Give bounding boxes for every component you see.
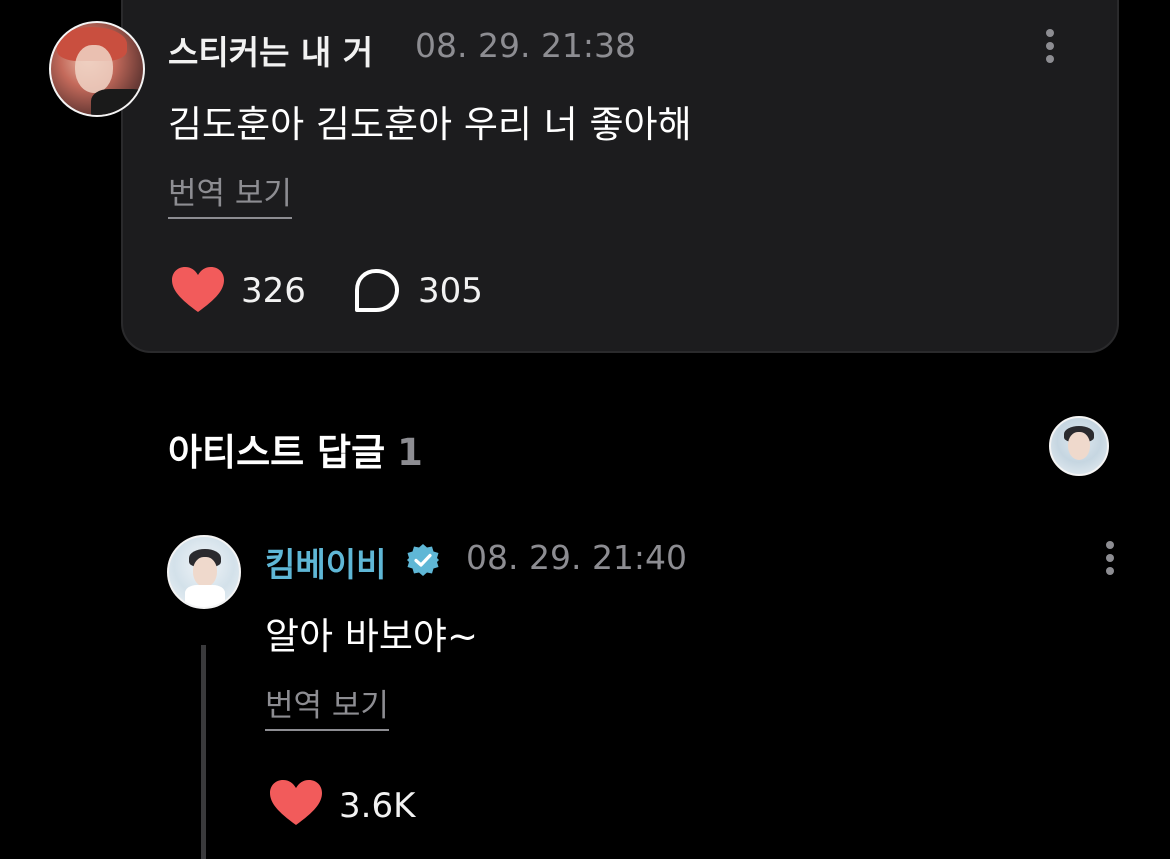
reply-like-count: 3.6K bbox=[339, 786, 416, 826]
reply-timestamp: 08. 29. 21:40 bbox=[466, 538, 688, 577]
commenter-avatar[interactable] bbox=[49, 21, 145, 117]
reply-author[interactable]: 킴베이비 bbox=[265, 538, 386, 586]
translate-link[interactable]: 번역 보기 bbox=[168, 168, 292, 219]
like-count: 326 bbox=[241, 271, 306, 311]
artist-replies-label: 아티스트 답글 bbox=[168, 431, 386, 474]
reply-text: 알아 바보야~ bbox=[265, 615, 478, 658]
speech-bubble-icon[interactable] bbox=[352, 268, 400, 314]
artist-replies-count: 1 bbox=[397, 431, 423, 474]
comment-timestamp: 08. 29. 21:38 bbox=[415, 26, 637, 65]
heart-icon[interactable] bbox=[171, 266, 225, 314]
verified-badge-icon bbox=[407, 544, 439, 576]
reply-count: 305 bbox=[418, 271, 483, 311]
artist-avatar[interactable] bbox=[167, 535, 241, 609]
more-vertical-icon[interactable] bbox=[1105, 541, 1115, 581]
thread-line bbox=[201, 645, 206, 859]
comment-author[interactable]: 스티커는 내 거 bbox=[168, 26, 373, 74]
comment-text: 김도훈아 김도훈아 우리 너 좋아해 bbox=[168, 103, 692, 146]
artist-replies-title: 아티스트 답글 1 bbox=[168, 422, 423, 476]
artist-filter-avatar[interactable] bbox=[1049, 416, 1109, 476]
translate-link[interactable]: 번역 보기 bbox=[265, 680, 389, 731]
heart-icon[interactable] bbox=[269, 779, 323, 827]
more-vertical-icon[interactable] bbox=[1045, 29, 1055, 69]
